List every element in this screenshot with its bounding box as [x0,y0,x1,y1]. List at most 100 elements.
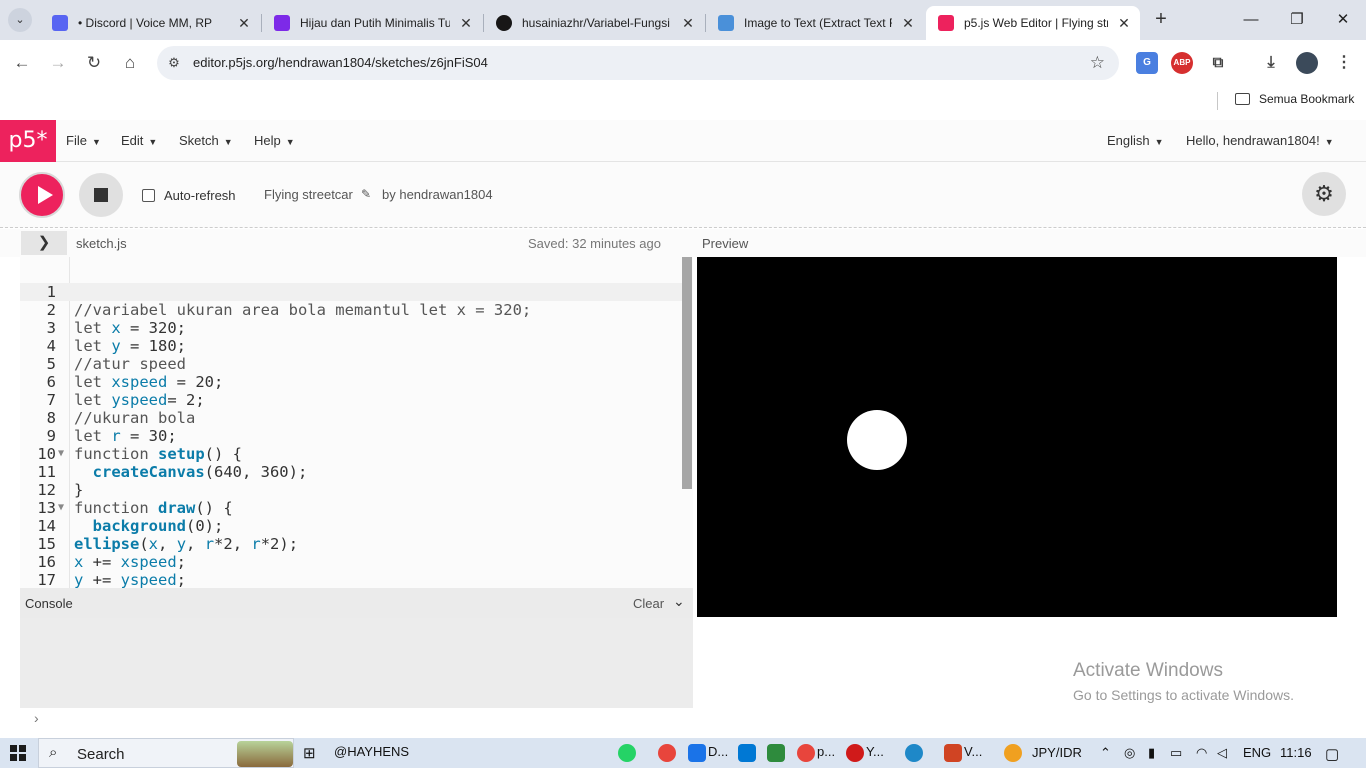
download-app-icon[interactable] [688,744,706,762]
code-line[interactable] [20,265,682,283]
windows-start-icon[interactable] [10,745,26,761]
powerpoint-icon[interactable] [944,744,962,762]
pencil-icon[interactable]: ✎ [361,187,371,201]
wifi-icon[interactable]: ◠ [1196,745,1207,761]
tab-image-to-text[interactable]: Image to Text (Extract Text Fr ✕ [706,6,924,40]
reload-icon[interactable]: ↻ [81,50,107,76]
currency-widget[interactable]: JPY/IDR [1032,745,1082,760]
all-bookmarks[interactable]: Semua Bookmark [1235,92,1354,106]
back-icon[interactable]: ← [9,50,35,76]
code-line[interactable]: 5//atur speed [20,355,682,373]
kebab-menu-icon[interactable]: ⋮ [1333,52,1355,74]
camera-icon[interactable]: ◎ [1124,745,1135,761]
menu-help[interactable]: Help ▼ [254,133,295,148]
code-line[interactable]: 11 createCanvas(640, 360); [20,463,682,481]
task-view-icon[interactable]: ⊞ [303,744,316,762]
menu-edit[interactable]: Edit ▼ [121,133,157,148]
language-menu[interactable]: English ▼ [1107,133,1164,148]
taskbar-search[interactable]: ⌕ Search [38,738,294,768]
tab-search-button[interactable]: ⌄ [8,8,32,32]
code-line[interactable]: 14 background(0); [20,517,682,535]
tab-title: Image to Text (Extract Text Fr [744,16,892,30]
console-prompt-chevron-icon[interactable]: › [34,710,39,726]
sketch-preview-canvas[interactable] [697,257,1337,617]
google-translate-icon[interactable]: G [1136,52,1158,74]
user-menu[interactable]: Hello, hendrawan1804! ▼ [1186,133,1334,148]
address-bar[interactable]: ⚙ editor.p5js.org/hendrawan1804/sketches… [157,46,1119,80]
extensions-icon[interactable]: ⧉ [1207,52,1229,74]
code-line[interactable]: 16 x += xspeed; [20,553,682,571]
code-line[interactable]: 13 ▼ function draw() { [20,499,682,517]
clock[interactable]: 11:16 [1280,745,1312,760]
taskbar-app-label[interactable]: V... [964,744,982,759]
taskbar-app-label[interactable]: D... [708,744,728,759]
taskbar-app-label[interactable]: p... [817,744,835,759]
mail-icon[interactable] [738,744,756,762]
tab-discord[interactable]: • Discord | Voice MM, RP ✕ [40,6,260,40]
code-line[interactable]: 10 ▼ function setup() { [20,445,682,463]
tab-p5js[interactable]: p5.js Web Editor | Flying stre ✕ [926,6,1140,40]
sidebar-toggle-chevron-icon[interactable]: ❯ [21,231,67,255]
taskbar-app-label[interactable]: Y... [866,744,884,759]
whatsapp-icon[interactable] [618,744,636,762]
console-clear-button[interactable]: Clear [633,596,664,611]
code-editor[interactable]: 1 2//variabel ukuran area bola memantul … [20,257,693,588]
microphone-icon[interactable]: ▮ [1148,745,1155,761]
youtube-music-icon[interactable] [846,744,864,762]
bookmark-star-icon[interactable]: ☆ [1090,53,1105,73]
menu-sketch[interactable]: Sketch ▼ [179,133,233,148]
code-line[interactable]: 4 let y = 180; [20,337,682,355]
site-info-icon[interactable]: ⚙ [165,54,183,72]
tray-chevron-up-icon[interactable]: ⌃ [1100,745,1111,761]
sketch-name[interactable]: Flying streetcar [264,187,353,202]
code-line[interactable]: 7 let yspeed= 2; [20,391,682,409]
restore-icon[interactable]: ❐ [1274,0,1320,40]
minimize-icon[interactable]: — [1228,0,1274,40]
home-icon[interactable]: ⌂ [117,50,143,76]
sketch-owner[interactable]: by hendrawan1804 [382,187,493,202]
code-line[interactable]: 9 let r = 30; [20,427,682,445]
close-icon[interactable]: ✕ [900,15,916,32]
battery-icon[interactable]: ▭ [1170,745,1182,761]
play-button[interactable] [19,172,65,218]
forward-icon[interactable]: → [45,50,71,76]
close-icon[interactable]: ✕ [1116,15,1132,32]
tab-canva[interactable]: Hijau dan Putih Minimalis Tu ✕ [262,6,482,40]
close-icon[interactable]: ✕ [458,15,474,32]
window-close-icon[interactable]: ✕ [1320,0,1366,40]
chrome-profile-icon[interactable] [797,744,815,762]
code-line[interactable]: 2//variabel ukuran area bola memantul le… [20,301,682,319]
chevron-down-icon[interactable]: ⌄ [673,593,685,610]
editor-scrollbar[interactable] [682,257,692,489]
file-name: sketch.js [76,236,127,251]
code-line[interactable]: 1 [20,283,682,301]
auto-refresh-checkbox[interactable] [142,189,155,202]
code-line[interactable]: 17 y += yspeed; [20,571,682,588]
adblock-icon[interactable]: ABP [1171,52,1193,74]
download-icon[interactable]: ⤓ [1260,52,1282,74]
tab-title: husainiazhr/Variabel-Fungsi [522,16,670,30]
code-line[interactable]: 8//ukuran bola [20,409,682,427]
tab-github[interactable]: husainiazhr/Variabel-Fungsi ✕ [484,6,704,40]
close-icon[interactable]: ✕ [680,15,696,32]
menu-file[interactable]: File ▼ [66,133,101,148]
profile-avatar[interactable] [1296,52,1318,74]
code-line[interactable]: 12} [20,481,682,499]
app-icon[interactable] [767,744,785,762]
url-text[interactable]: editor.p5js.org/hendrawan1804/sketches/z… [193,55,488,70]
new-tab-icon[interactable]: + [1150,9,1172,31]
language-indicator[interactable]: ENG [1243,745,1271,760]
edge-icon[interactable] [905,744,923,762]
stop-button[interactable] [79,173,123,217]
code-line[interactable]: 15 ellipse(x, y, r*2, r*2); [20,535,682,553]
p5-logo[interactable]: p5* [0,120,56,162]
notifications-icon[interactable]: ▢ [1325,745,1339,763]
volume-icon[interactable]: ◁ [1217,745,1227,761]
chrome-icon[interactable] [658,744,676,762]
code-line[interactable]: 3 let x = 320; [20,319,682,337]
settings-gear-icon[interactable]: ⚙ [1302,172,1346,216]
news-widget[interactable]: @HAYHENS [334,744,409,759]
close-icon[interactable]: ✕ [236,15,252,32]
auto-refresh[interactable]: Auto-refresh [142,188,236,203]
code-line[interactable]: 6 let xspeed = 20; [20,373,682,391]
